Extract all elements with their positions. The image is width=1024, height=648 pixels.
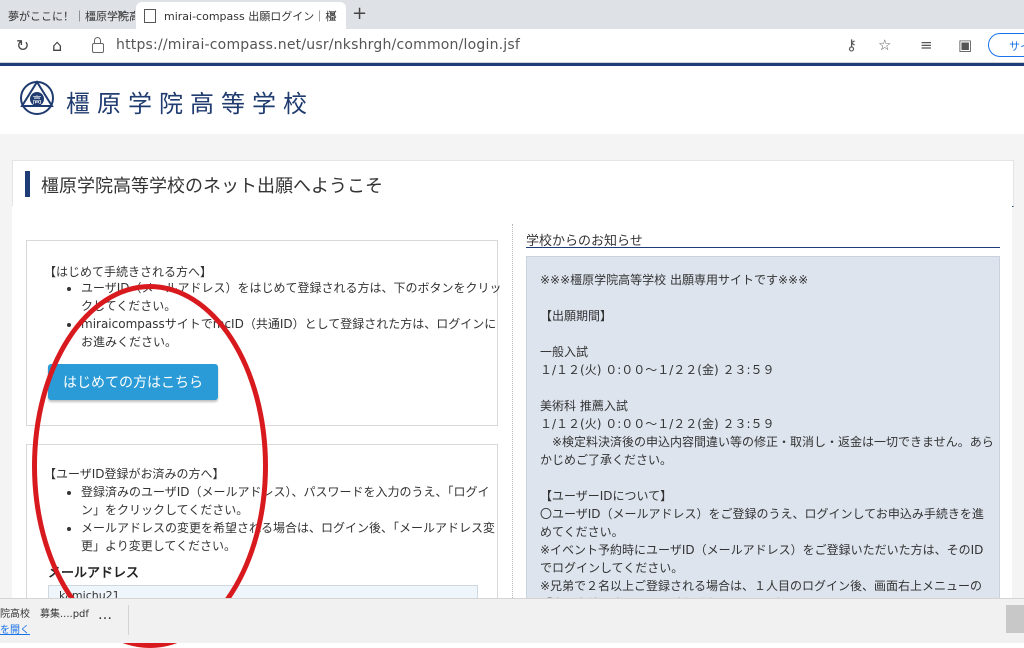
first-time-heading: 【はじめて手続きされる方へ】: [44, 265, 213, 279]
news-box: ※※※橿原学院高等学校 出願専用サイトです※※※ 【出願期間】 一般入試 １/１２…: [526, 256, 1000, 616]
school-name: 橿原学院高等学校: [66, 90, 314, 118]
news-content: ※※※橿原学院高等学校 出願専用サイトです※※※ 【出願期間】 一般入試 １/１２…: [540, 271, 995, 613]
news-line: 美術科 推薦入試: [540, 399, 628, 413]
page-title: 橿原学院高等学校のネット出願へようこそ: [41, 176, 383, 197]
browser-tab-bar: 夢がここに！｜橿原学院高 ✕ mirai-compass 出願ログイン｜橿 ✕ …: [0, 0, 1024, 29]
news-line: 〇ユーザID（メールアドレス）をご登録のうえ、ログインしてお申込み手続きを進めて…: [540, 507, 984, 539]
tab-title: mirai-compass 出願ログイン｜橿: [164, 9, 337, 23]
close-icon[interactable]: ✕: [327, 8, 338, 23]
new-tab-button[interactable]: +: [352, 3, 367, 24]
more-options-icon[interactable]: …: [98, 607, 112, 623]
url-field[interactable]: https://mirai-compass.net/usr/nkshrgh/co…: [86, 32, 906, 58]
download-open-link[interactable]: を開く: [0, 621, 30, 636]
list-item: メールアドレスの変更を希望される場合は、ログイン後、「メールアドレス変更」より変…: [81, 519, 506, 555]
site-header: 高 橿原学院高等学校: [0, 63, 1024, 137]
first-time-button[interactable]: はじめての方はこちら: [48, 364, 218, 400]
signin-button[interactable]: サイン: [988, 33, 1024, 57]
download-bar: 院高校 募集....pdf を開く …: [0, 598, 1024, 643]
logo-mark-text: 高: [32, 94, 41, 106]
news-line: ※イベント予約時にユーザID（メールアドレス）をご登録いただいた方は、そのIDで…: [540, 543, 984, 575]
download-separator: [128, 605, 129, 635]
scrollbar-thumb[interactable]: [1006, 605, 1024, 633]
news-line: ※検定料決済後の申込内容間違い等の修正・取消し・返金は一切できません。あらかじめ…: [540, 435, 994, 467]
news-line: [540, 469, 995, 487]
favorites-icon[interactable]: ≡: [920, 36, 933, 54]
page-icon: [144, 8, 156, 23]
news-line: 一般入試: [540, 345, 589, 359]
news-heading-rule: [526, 247, 1000, 248]
refresh-icon[interactable]: ↻: [16, 36, 29, 55]
registered-instructions: 登録済みのユーザID（メールアドレス）、パスワードを入力のうえ、「ログイン」をク…: [65, 483, 506, 555]
news-line: １/１２(火) ０:００～１/２２(金) ２３:５９: [540, 417, 775, 431]
star-icon[interactable]: ☆: [878, 36, 891, 54]
news-line: １/１２(火) ０:００～１/２２(金) ２３:５９: [540, 363, 775, 377]
news-line: 【出願期間】: [540, 309, 613, 323]
tab-mirai-compass[interactable]: mirai-compass 出願ログイン｜橿 ✕: [136, 2, 346, 29]
news-line: ※※※橿原学院高等学校 出願専用サイトです※※※: [540, 273, 809, 287]
tab-school-site[interactable]: 夢がここに！｜橿原学院高 ✕: [0, 2, 135, 29]
welcome-banner: 橿原学院高等学校のネット出願へようこそ: [12, 160, 1014, 207]
news-line: [540, 325, 995, 343]
collections-icon[interactable]: ▣: [958, 36, 972, 54]
key-icon[interactable]: ⚷: [846, 36, 857, 54]
title-accent-bar: [25, 171, 30, 197]
lock-icon: [92, 37, 104, 53]
list-item: ユーザID（メールアドレス）をはじめて登録される方は、下のボタンをクリックしてく…: [81, 279, 506, 315]
close-icon[interactable]: ✕: [116, 8, 127, 23]
home-icon[interactable]: ⌂: [52, 36, 62, 55]
first-time-panel: 【はじめて手続きされる方へ】 ユーザID（メールアドレス）をはじめて登録される方…: [26, 240, 502, 426]
url-text: https://mirai-compass.net/usr/nkshrgh/co…: [116, 37, 521, 53]
address-bar: ↻ ⌂ https://mirai-compass.net/usr/nkshrg…: [0, 29, 1024, 63]
list-item: miraicompassサイトでmcID（共通ID）として登録された方は、ログイ…: [81, 315, 506, 351]
column-divider: [512, 224, 513, 604]
email-label: メールアドレス: [48, 566, 140, 581]
download-file-name[interactable]: 院高校 募集....pdf: [0, 605, 89, 620]
news-line: [540, 289, 995, 307]
news-line: 【ユーザーIDについて】: [540, 489, 673, 503]
school-logo-icon[interactable]: 高: [15, 78, 59, 118]
first-time-instructions: ユーザID（メールアドレス）をはじめて登録される方は、下のボタンをクリックしてく…: [65, 279, 506, 351]
news-line: [540, 379, 995, 397]
registered-user-panel: 【ユーザID登録がお済みの方へ】 登録済みのユーザID（メールアドレス）、パスワ…: [26, 444, 498, 605]
registered-heading: 【ユーザID登録がお済みの方へ】: [44, 467, 225, 481]
list-item: 登録済みのユーザID（メールアドレス）、パスワードを入力のうえ、「ログイン」をク…: [81, 483, 506, 519]
